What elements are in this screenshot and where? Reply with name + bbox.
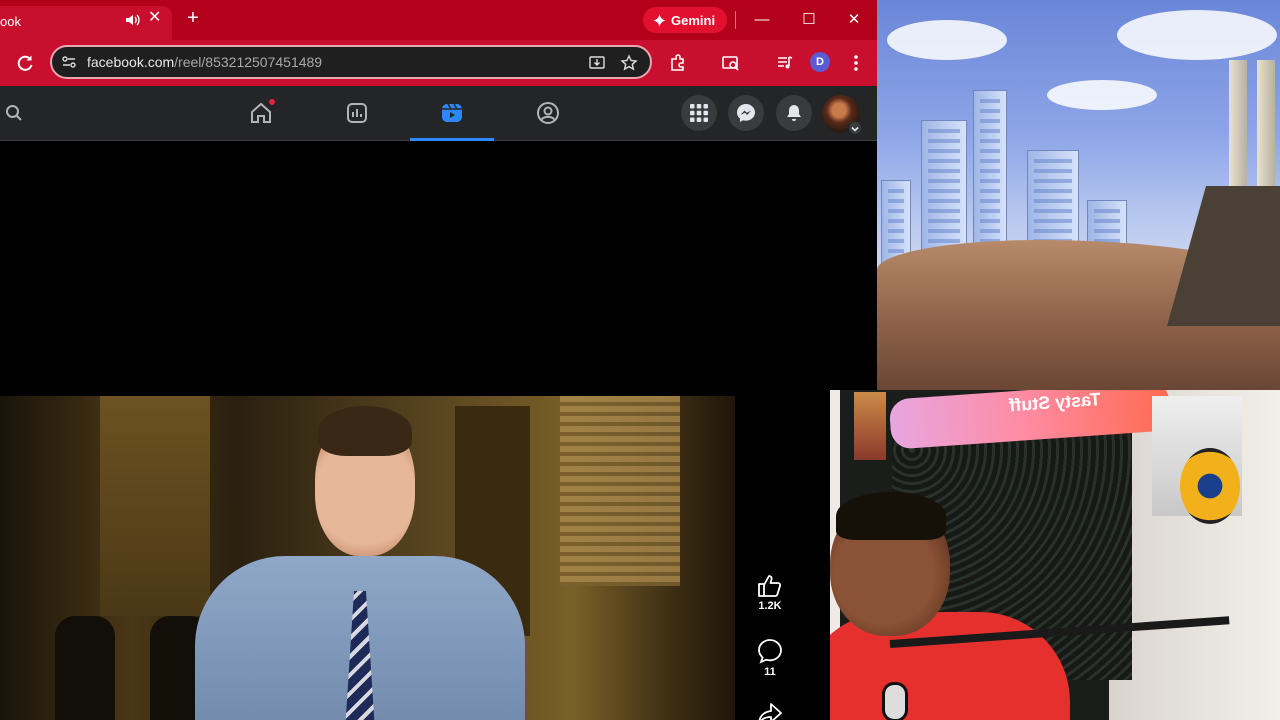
- pillar: [1257, 60, 1275, 200]
- tab-title: ook: [0, 14, 21, 29]
- messenger-button[interactable]: [728, 95, 764, 131]
- profile-avatar[interactable]: D: [810, 52, 830, 72]
- comment-count: 11: [764, 666, 776, 678]
- browser-menu-icon[interactable]: [846, 53, 866, 73]
- tab-search-icon[interactable]: [721, 53, 741, 73]
- maximize-button[interactable]: ☐: [799, 10, 819, 30]
- profile-circle-icon: [537, 102, 559, 124]
- minimize-button[interactable]: —: [752, 10, 772, 30]
- url-host: facebook.com: [87, 54, 175, 70]
- cloud: [887, 20, 1007, 60]
- reels-icon: [442, 103, 462, 122]
- url-path: /reel/853212507451489: [174, 54, 323, 70]
- dashboard-icon: [347, 103, 367, 123]
- bell-icon: [787, 105, 801, 121]
- browser-tabstrip: ook ✕ + Gemini — ☐ ✕: [0, 0, 877, 40]
- like-count: 1.2K: [758, 600, 782, 612]
- messenger-icon: [737, 104, 755, 122]
- media-controls-icon[interactable]: [775, 53, 795, 73]
- like-button[interactable]: 1.2K: [752, 574, 788, 612]
- pillar: [1229, 60, 1247, 200]
- streamer-hair: [836, 492, 946, 540]
- speaker-icon[interactable]: [124, 12, 140, 28]
- browser-toolbar: facebook.com/reel/853212507451489 D: [0, 40, 877, 86]
- thumbs-up-icon: [758, 575, 782, 597]
- tab-dashboard[interactable]: [315, 86, 399, 141]
- tab-home[interactable]: [219, 86, 303, 141]
- tab-close-icon[interactable]: ✕: [148, 10, 161, 26]
- cloud: [1117, 10, 1277, 60]
- webcam-feed: Tasty Stuff: [830, 390, 1280, 720]
- site-settings-icon[interactable]: [61, 54, 77, 70]
- comment-bubble-icon: [758, 639, 782, 664]
- share-button[interactable]: [752, 702, 788, 720]
- bookmark-star-icon[interactable]: [620, 54, 638, 72]
- search-icon[interactable]: [4, 103, 24, 123]
- share-arrow-icon: [758, 703, 782, 720]
- stream-background-art: [877, 0, 1280, 390]
- video-window-left: [100, 396, 210, 616]
- chevron-down-icon[interactable]: [848, 121, 862, 135]
- gemini-label: Gemini: [671, 12, 716, 28]
- video-window-blinds: [560, 396, 680, 586]
- extensions-icon[interactable]: [668, 53, 688, 73]
- cloud: [1047, 80, 1157, 110]
- notifications-button[interactable]: [776, 95, 812, 131]
- video-person-hair: [318, 406, 412, 456]
- active-tab[interactable]: ook ✕: [0, 6, 172, 40]
- record-decoration: [1180, 448, 1240, 524]
- new-tab-button[interactable]: +: [183, 8, 203, 28]
- tab-profile[interactable]: [506, 86, 590, 141]
- close-window-button[interactable]: ✕: [844, 10, 864, 30]
- facebook-navbar: [0, 86, 877, 141]
- wall-poster: [854, 392, 886, 460]
- tab-reels[interactable]: [410, 86, 494, 141]
- url-text[interactable]: facebook.com/reel/853212507451489: [87, 54, 322, 70]
- reload-icon[interactable]: [15, 53, 35, 73]
- address-bar[interactable]: facebook.com/reel/853212507451489: [50, 45, 652, 79]
- comment-button[interactable]: 11: [752, 638, 788, 678]
- tabstrip-divider: [735, 11, 736, 29]
- neon-sign-text: Tasty Stuff: [1008, 390, 1102, 416]
- video-caption-blurred: [22, 702, 342, 720]
- install-app-icon[interactable]: [588, 54, 606, 72]
- menu-button[interactable]: [681, 95, 717, 131]
- gemini-sparkle-icon: [653, 13, 666, 27]
- reel-video[interactable]: [0, 396, 735, 720]
- grid-menu-icon: [690, 104, 708, 122]
- gemini-button[interactable]: Gemini: [643, 7, 728, 33]
- microphone: [882, 682, 908, 720]
- notification-dot: [268, 98, 276, 106]
